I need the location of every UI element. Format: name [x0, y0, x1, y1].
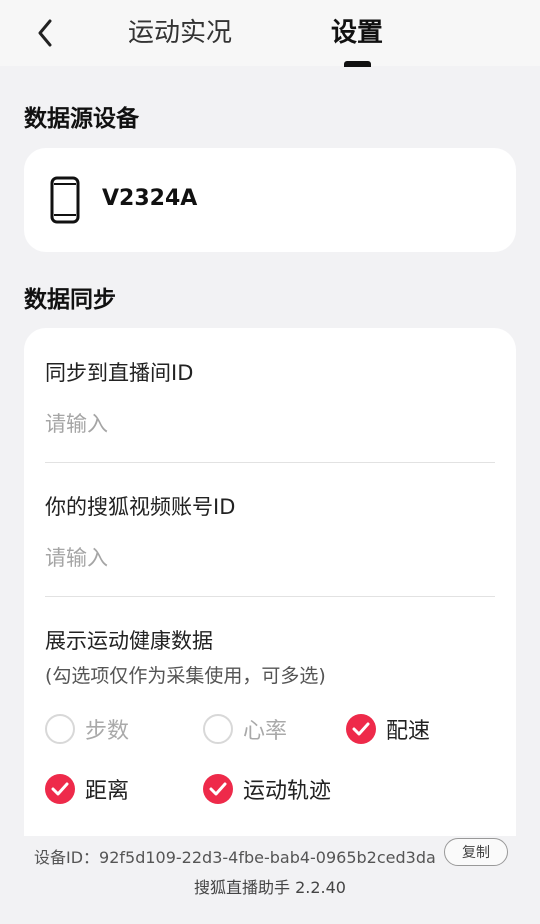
data-sync-title: 数据同步	[24, 287, 116, 313]
back-button[interactable]	[30, 16, 60, 50]
health-data-hint: (勾选项仅作为采集使用，可多选)	[45, 665, 326, 687]
account-id-input[interactable]	[45, 540, 495, 576]
sync-card: 同步到直播间ID 你的搜狐视频账号ID 展示运动健康数据 (勾选项仅作为采集使用…	[24, 328, 516, 858]
option-label: 心率	[243, 719, 288, 744]
divider	[45, 462, 495, 463]
active-tab-indicator	[344, 61, 371, 67]
top-bar: 运动实况 设置	[0, 0, 540, 67]
checkmark-icon	[51, 782, 69, 796]
device-name: V2324A	[102, 186, 198, 211]
checkbox-unchecked-icon[interactable]	[45, 714, 75, 744]
room-id-label: 同步到直播间ID	[45, 361, 194, 385]
data-source-title: 数据源设备	[24, 106, 139, 132]
option-steps[interactable]: 步数	[45, 713, 129, 745]
option-label: 配速	[386, 719, 431, 744]
option-track[interactable]: 运动轨迹	[203, 773, 331, 805]
health-data-label: 展示运动健康数据	[45, 629, 213, 653]
option-distance[interactable]: 距离	[45, 773, 129, 805]
checkbox-checked-icon[interactable]	[203, 774, 233, 804]
chevron-left-icon	[38, 19, 52, 47]
checkbox-checked-icon[interactable]	[346, 714, 376, 744]
device-id-text: 设备ID：92f5d109-22d3-4fbe-bab4-0965b2ced3d…	[34, 848, 436, 867]
option-label: 距离	[85, 779, 130, 804]
checkbox-checked-icon[interactable]	[45, 774, 75, 804]
account-id-label: 你的搜狐视频账号ID	[45, 495, 236, 519]
footer: 设备ID：92f5d109-22d3-4fbe-bab4-0965b2ced3d…	[0, 836, 540, 924]
option-pace[interactable]: 配速	[346, 713, 430, 745]
checkmark-icon	[209, 782, 227, 796]
phone-icon	[50, 176, 80, 224]
checkmark-icon	[352, 722, 370, 736]
copy-button[interactable]: 复制	[444, 838, 508, 866]
option-label: 运动轨迹	[243, 779, 332, 804]
tab-settings[interactable]: 设置	[331, 14, 383, 52]
divider	[45, 596, 495, 597]
option-heart-rate[interactable]: 心率	[203, 713, 287, 745]
checkbox-unchecked-icon[interactable]	[203, 714, 233, 744]
device-card: V2324A	[24, 148, 516, 252]
tab-live[interactable]: 运动实况	[128, 14, 232, 52]
room-id-input[interactable]	[45, 406, 495, 442]
app-version: 搜狐直播助手 2.2.40	[194, 878, 346, 897]
option-label: 步数	[85, 719, 130, 744]
